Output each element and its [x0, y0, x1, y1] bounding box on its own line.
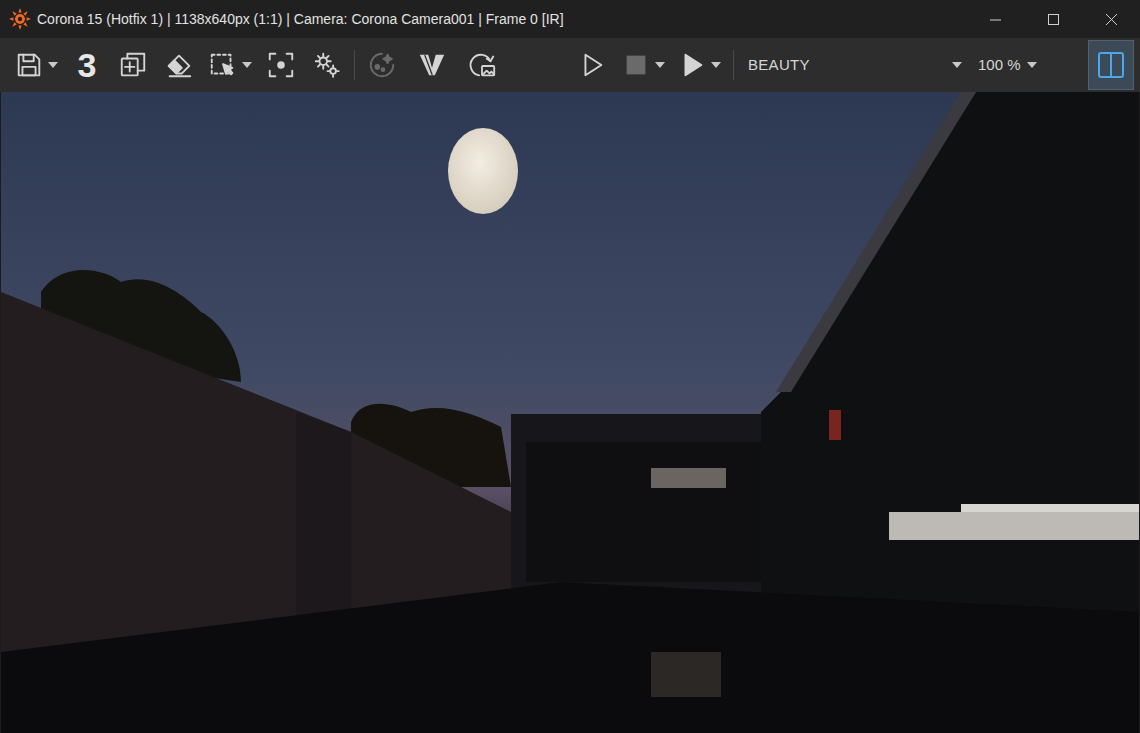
toolbar: 3 BEAUTY 100 %	[0, 38, 1140, 92]
tool-group: 3	[10, 44, 348, 86]
play-icon	[677, 50, 707, 80]
separator	[354, 50, 355, 80]
play-icon	[577, 50, 607, 80]
render-control-group	[571, 44, 725, 86]
interactive-render-button[interactable]	[571, 44, 613, 86]
focus-icon	[266, 50, 296, 80]
dropdown-arrow-icon[interactable]	[48, 62, 58, 68]
maximize-button[interactable]	[1024, 0, 1082, 38]
interactive-button[interactable]	[461, 44, 503, 86]
title-bar: Corona 15 (Hotfix 1) | 1138x640px (1:1) …	[0, 0, 1140, 38]
denoise-icon	[367, 50, 397, 80]
separator	[733, 50, 734, 80]
dropdown-arrow-icon[interactable]	[655, 62, 665, 68]
maximize-icon	[1048, 14, 1059, 25]
save-icon	[14, 50, 44, 80]
pick-focus-button[interactable]	[260, 44, 302, 86]
dropdown-arrow-icon[interactable]	[242, 62, 252, 68]
eraser-icon	[164, 50, 194, 80]
copy-icon	[118, 50, 148, 80]
region-button[interactable]	[204, 44, 256, 86]
save-button[interactable]	[10, 44, 62, 86]
dropdown-arrow-icon	[952, 62, 962, 68]
vfb-logo-icon	[417, 50, 447, 80]
version-button[interactable]: 3	[66, 44, 108, 86]
close-button[interactable]	[1082, 0, 1140, 38]
version-badge: 3	[76, 48, 99, 82]
minimize-icon	[990, 14, 1001, 25]
gear-icon	[312, 50, 342, 80]
pass-value: BEAUTY	[748, 54, 810, 77]
stop-icon	[621, 50, 651, 80]
render-button[interactable]	[673, 44, 725, 86]
duplicate-button[interactable]	[112, 44, 154, 86]
denoise-button[interactable]	[361, 44, 403, 86]
split-view-icon	[1095, 49, 1127, 81]
pass-select[interactable]: BEAUTY	[740, 47, 966, 83]
corona-logo-icon	[0, 8, 37, 30]
version-label: 3	[76, 48, 99, 82]
interactive-icon	[467, 50, 497, 80]
split-view-button[interactable]	[1088, 40, 1134, 90]
vfb-button[interactable]	[411, 44, 453, 86]
stop-button[interactable]	[617, 44, 669, 86]
render-tool-group	[361, 44, 503, 86]
close-icon	[1106, 14, 1117, 25]
clear-button[interactable]	[158, 44, 200, 86]
settings-button[interactable]	[306, 44, 348, 86]
dropdown-arrow-icon	[1027, 62, 1037, 68]
window-title: Corona 15 (Hotfix 1) | 1138x640px (1:1) …	[37, 9, 966, 30]
zoom-select[interactable]: 100 %	[974, 47, 1041, 83]
dropdown-arrow-icon[interactable]	[711, 62, 721, 68]
minimize-button[interactable]	[966, 0, 1024, 38]
render-image	[1, 92, 1139, 733]
region-select-icon	[208, 50, 238, 80]
zoom-value: 100 %	[978, 54, 1021, 77]
